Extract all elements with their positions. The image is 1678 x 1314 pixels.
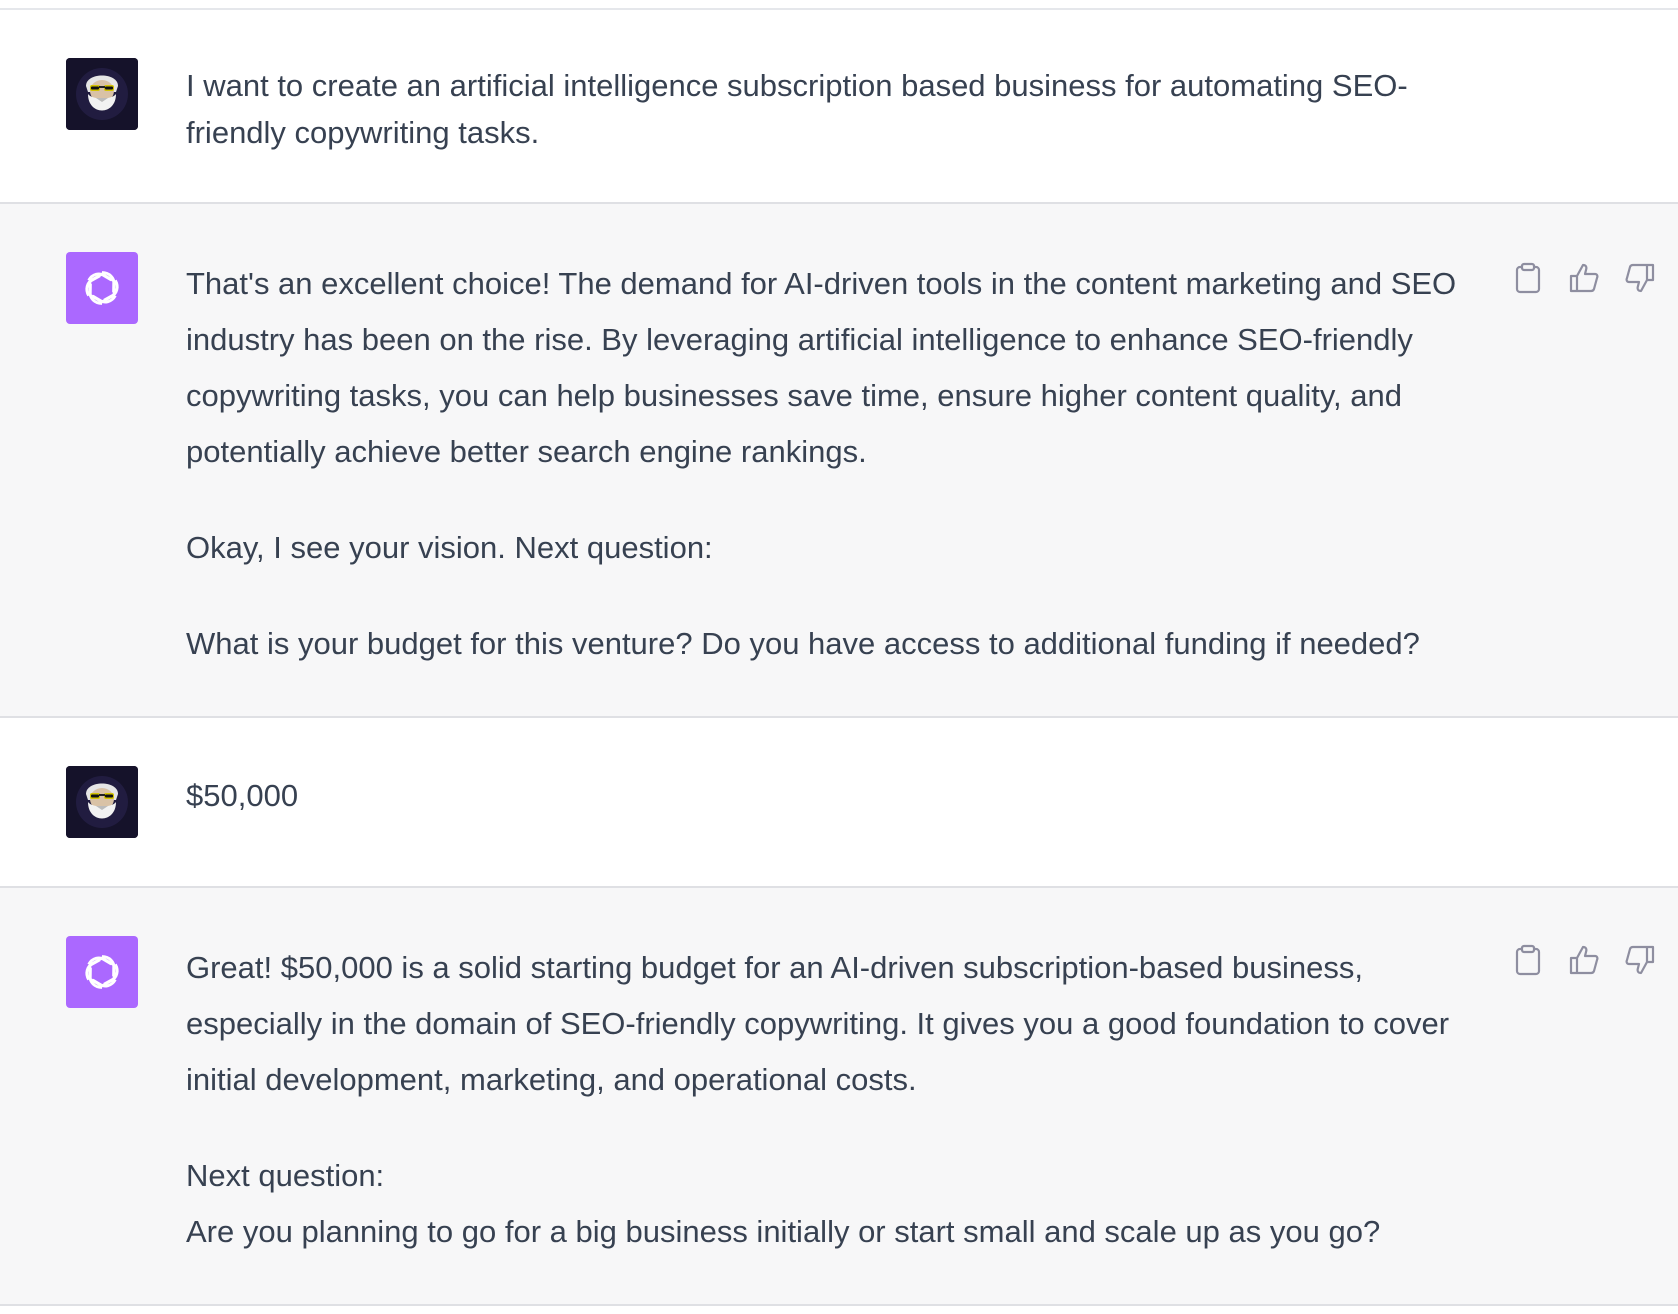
assistant-avatar [66, 936, 138, 1008]
copy-button[interactable] [1510, 260, 1546, 296]
assistant-message: Great! $50,000 is a solid starting budge… [0, 888, 1678, 1306]
clipboard-icon [1515, 944, 1541, 976]
assistant-avatar [66, 252, 138, 324]
thumbs-down-button[interactable] [1622, 942, 1658, 978]
user-message: I want to create an artificial intellige… [0, 10, 1678, 204]
thumbs-down-button[interactable] [1622, 260, 1658, 296]
thumbs-down-icon [1625, 263, 1655, 293]
user-message: $50,000 [0, 718, 1678, 888]
copy-button[interactable] [1510, 942, 1546, 978]
chat-thread: I want to create an artificial intellige… [0, 0, 1678, 1314]
user-message-text: $50,000 [186, 778, 299, 813]
thumbs-up-button[interactable] [1566, 942, 1602, 978]
user-message-text: I want to create an artificial intellige… [186, 68, 1408, 150]
clipboard-icon [1515, 262, 1541, 294]
assistant-paragraph: What is your budget for this venture? Do… [186, 626, 1420, 661]
thumbs-up-button[interactable] [1566, 260, 1602, 296]
thumbs-up-icon [1569, 945, 1599, 975]
assistant-paragraph: Are you planning to go for a big busines… [186, 1214, 1381, 1249]
user-avatar-icon [66, 58, 138, 130]
user-avatar-icon [66, 766, 138, 838]
assistant-paragraph: That's an excellent choice! The demand f… [186, 266, 1457, 469]
top-divider [0, 0, 1678, 10]
assistant-message: That's an excellent choice! The demand f… [0, 204, 1678, 718]
message-text: I want to create an artificial intellige… [186, 62, 1486, 156]
user-avatar [66, 58, 138, 130]
message-text: That's an excellent choice! The demand f… [186, 256, 1486, 672]
message-actions [1510, 942, 1658, 978]
assistant-paragraph: Great! $50,000 is a solid starting budge… [186, 950, 1450, 1097]
openai-logo-icon [81, 268, 123, 308]
user-avatar [66, 766, 138, 838]
message-text: Great! $50,000 is a solid starting budge… [186, 940, 1486, 1260]
thumbs-down-icon [1625, 945, 1655, 975]
thumbs-up-icon [1569, 263, 1599, 293]
assistant-paragraph: Next question: [186, 1158, 385, 1193]
openai-logo-icon [81, 952, 123, 992]
message-actions [1510, 260, 1658, 296]
message-text: $50,000 [186, 772, 1486, 819]
assistant-paragraph: Okay, I see your vision. Next question: [186, 530, 713, 565]
